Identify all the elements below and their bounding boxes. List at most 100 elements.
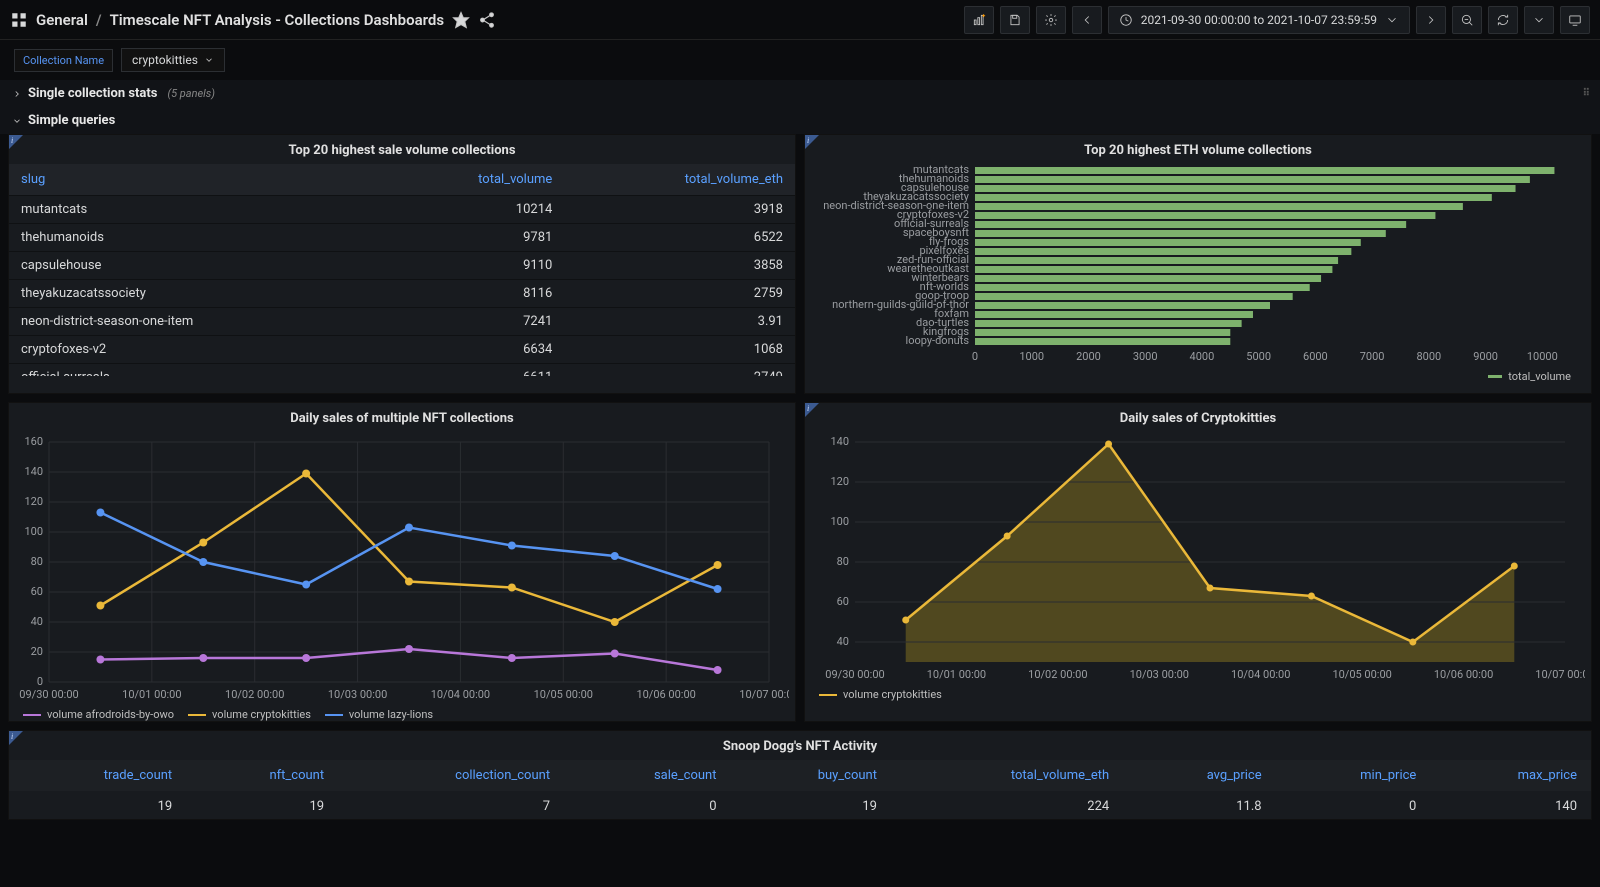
legend-item[interactable]: volume afrodroids-by-owo <box>23 708 174 721</box>
col-max_price[interactable]: max_price <box>1430 760 1591 791</box>
svg-text:10/01 00:00: 10/01 00:00 <box>122 688 181 701</box>
svg-text:0: 0 <box>972 350 978 363</box>
svg-text:10/01 00:00: 10/01 00:00 <box>927 668 986 681</box>
svg-text:80: 80 <box>837 555 849 568</box>
svg-text:6000: 6000 <box>1303 350 1328 363</box>
svg-text:120: 120 <box>830 475 849 488</box>
svg-text:4000: 4000 <box>1190 350 1215 363</box>
panel-daily-sales-cryptokitties[interactable]: Daily sales of Cryptokitties 40608010012… <box>804 402 1592 722</box>
refresh-button[interactable] <box>1488 6 1518 34</box>
legend-item[interactable]: total_volume <box>1488 370 1571 383</box>
table-row[interactable]: thehumanoids97816522 <box>9 224 795 252</box>
svg-text:10/06 00:00: 10/06 00:00 <box>636 688 695 701</box>
row-title: Simple queries <box>28 113 115 128</box>
svg-text:09/30 00:00: 09/30 00:00 <box>825 668 884 681</box>
table-snoop: trade_countnft_countcollection_countsale… <box>9 760 1591 822</box>
table-row[interactable]: mutantcats102143918 <box>9 196 795 224</box>
col-trade_count[interactable]: trade_count <box>9 760 186 791</box>
table-row[interactable]: capsulehouse91103858 <box>9 252 795 280</box>
row-simple-queries[interactable]: Simple queries <box>0 107 1600 134</box>
svg-text:5000: 5000 <box>1246 350 1271 363</box>
legend-item[interactable]: volume lazy-lions <box>325 708 433 721</box>
panel-title: Daily sales of multiple NFT collections <box>9 403 795 432</box>
svg-text:10/03 00:00: 10/03 00:00 <box>328 688 387 701</box>
panel-title: Snoop Dogg's NFT Activity <box>9 731 1591 760</box>
share-icon[interactable] <box>478 11 496 29</box>
svg-text:120: 120 <box>24 495 43 508</box>
cell: 140 <box>1430 791 1591 822</box>
table-row[interactable]: theyakuzacatssociety81162759 <box>9 280 795 308</box>
col-min_price[interactable]: min_price <box>1276 760 1431 791</box>
info-icon[interactable] <box>9 731 23 745</box>
add-panel-button[interactable] <box>964 6 994 34</box>
time-prev-button[interactable] <box>1072 6 1102 34</box>
col-collection_count[interactable]: collection_count <box>338 760 564 791</box>
svg-text:0: 0 <box>37 675 43 688</box>
svg-text:100: 100 <box>24 525 43 538</box>
panel-daily-sales-multi[interactable]: Daily sales of multiple NFT collections … <box>8 402 796 722</box>
row-single-collection-stats[interactable]: Single collection stats (5 panels) ⠿ <box>0 80 1600 107</box>
col-total-volume-eth[interactable]: total_volume_eth <box>564 164 795 196</box>
clock-icon <box>1119 13 1133 27</box>
panel-title: Top 20 highest sale volume collections <box>9 135 795 164</box>
breadcrumb-title[interactable]: Timescale NFT Analysis - Collections Das… <box>110 11 445 29</box>
settings-button[interactable] <box>1036 6 1066 34</box>
svg-text:7000: 7000 <box>1360 350 1385 363</box>
cell: 19 <box>186 791 338 822</box>
info-icon[interactable] <box>805 135 819 149</box>
col-buy_count[interactable]: buy_count <box>731 760 892 791</box>
info-icon[interactable] <box>9 135 23 149</box>
table-row[interactable]: neon-district-season-one-item72413.91 <box>9 308 795 336</box>
svg-text:10/07 00:00: 10/07 00:00 <box>739 688 789 701</box>
refresh-interval-button[interactable] <box>1524 6 1554 34</box>
col-slug[interactable]: slug <box>9 164 379 196</box>
panel-snoop-activity[interactable]: Snoop Dogg's NFT Activity trade_countnft… <box>8 730 1592 820</box>
chevron-down-icon <box>204 55 214 65</box>
svg-text:10/06 00:00: 10/06 00:00 <box>1434 668 1493 681</box>
panel-grid: Top 20 highest sale volume collections s… <box>0 134 1600 828</box>
zoom-out-button[interactable] <box>1452 6 1482 34</box>
cell: 0 <box>564 791 730 822</box>
panel-top20-eth-volume[interactable]: Top 20 highest ETH volume collections mu… <box>804 134 1592 394</box>
info-icon[interactable] <box>805 403 819 417</box>
legend: total_volume <box>805 364 1591 389</box>
col-sale_count[interactable]: sale_count <box>564 760 730 791</box>
drag-handle-icon[interactable]: ⠿ <box>1583 88 1592 99</box>
cell: 224 <box>891 791 1123 822</box>
legend-item[interactable]: volume cryptokitties <box>188 708 311 721</box>
col-nft_count[interactable]: nft_count <box>186 760 338 791</box>
svg-text:60: 60 <box>31 585 43 598</box>
svg-text:40: 40 <box>31 615 43 628</box>
svg-text:20: 20 <box>31 645 43 658</box>
svg-text:10000: 10000 <box>1527 350 1558 363</box>
kiosk-button[interactable] <box>1560 6 1590 34</box>
variable-label: Collection Name <box>14 49 113 72</box>
table-top20: slug total_volume total_volume_eth mutan… <box>9 164 795 376</box>
svg-text:1000: 1000 <box>1019 350 1044 363</box>
star-icon[interactable] <box>452 11 470 29</box>
svg-text:80: 80 <box>31 555 43 568</box>
svg-text:10/05 00:00: 10/05 00:00 <box>1332 668 1391 681</box>
table-scroll[interactable]: slug total_volume total_volume_eth mutan… <box>9 164 795 376</box>
svg-text:09/30 00:00: 09/30 00:00 <box>19 688 78 701</box>
cell: 0 <box>1276 791 1431 822</box>
cell: 19 <box>9 791 186 822</box>
panel-top20-sale-volume[interactable]: Top 20 highest sale volume collections s… <box>8 134 796 394</box>
chevron-down-icon <box>12 116 22 126</box>
table-row[interactable]: cryptofoxes-v266341068 <box>9 336 795 364</box>
svg-text:8000: 8000 <box>1416 350 1441 363</box>
bar-chart: mutantcatsthehumanoidscapsulehousetheyak… <box>805 164 1585 364</box>
save-button[interactable] <box>1000 6 1030 34</box>
col-avg_price[interactable]: avg_price <box>1123 760 1275 791</box>
breadcrumb-folder[interactable]: General <box>36 11 88 29</box>
table-row[interactable]: official-surreals66112749 <box>9 364 795 377</box>
col-total-volume[interactable]: total_volume <box>379 164 564 196</box>
time-next-button[interactable] <box>1416 6 1446 34</box>
svg-text:160: 160 <box>24 435 43 448</box>
cell: 19 <box>731 791 892 822</box>
legend-item[interactable]: volume cryptokitties <box>819 688 942 701</box>
variable-select-collection[interactable]: cryptokitties <box>121 48 225 72</box>
time-picker[interactable]: 2021-09-30 00:00:00 to 2021-10-07 23:59:… <box>1108 6 1410 34</box>
col-total_volume_eth[interactable]: total_volume_eth <box>891 760 1123 791</box>
legend: volume afrodroids-by-owo volume cryptoki… <box>9 702 795 727</box>
